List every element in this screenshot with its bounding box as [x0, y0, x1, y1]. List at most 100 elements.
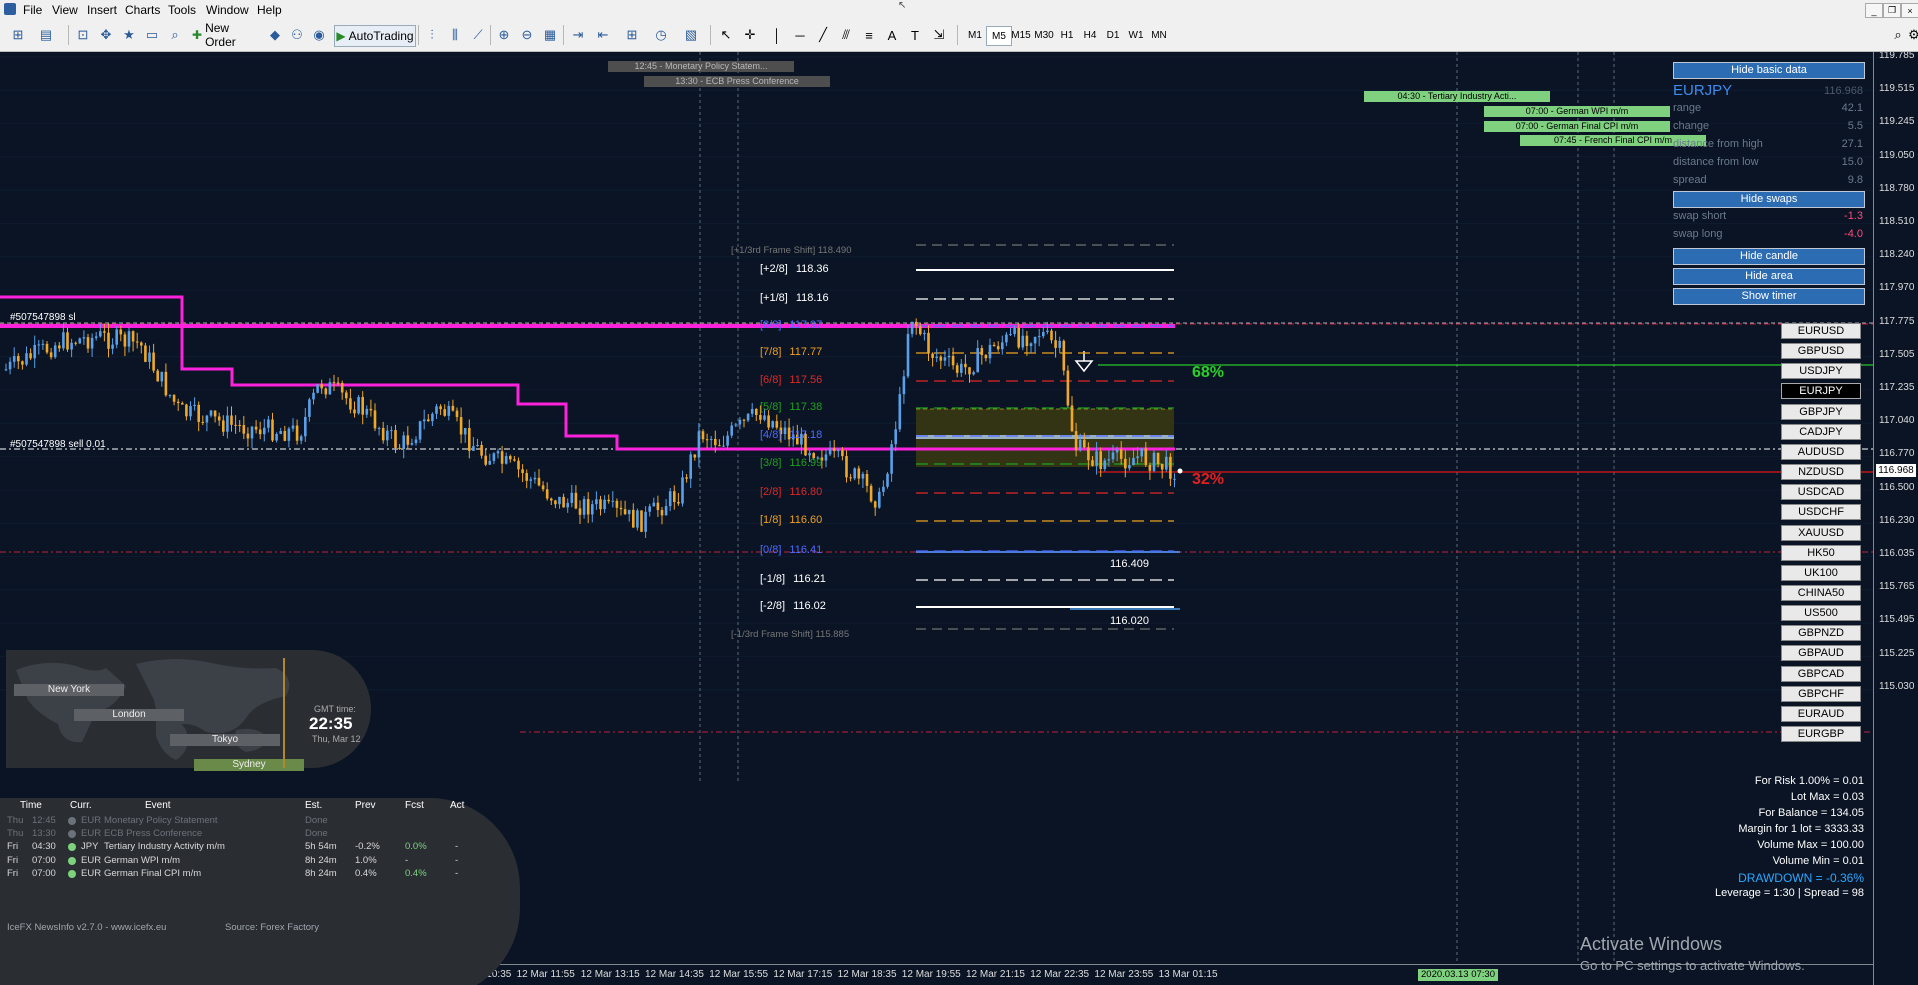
- menu-tools[interactable]: Tools: [168, 3, 196, 17]
- vertical-line-icon[interactable]: │: [767, 25, 787, 45]
- timeframe-mn[interactable]: MN: [1147, 26, 1171, 44]
- tile-windows-icon[interactable]: ▦: [540, 25, 560, 45]
- upper-percent: 68%: [1192, 364, 1225, 381]
- chart-shift-icon[interactable]: ⇥: [568, 25, 588, 45]
- fibonacci-icon[interactable]: ≡: [859, 25, 879, 45]
- symbol-button-hk50[interactable]: HK50: [1781, 544, 1861, 561]
- market-icon[interactable]: ◉: [309, 25, 329, 45]
- timeframe-w1[interactable]: W1: [1124, 26, 1148, 44]
- candle-body: [365, 408, 369, 415]
- autoscroll-icon[interactable]: ⇤: [593, 25, 613, 45]
- symbol-button-nzdusd[interactable]: NZDUSD: [1781, 464, 1861, 481]
- symbol-button-usdchf[interactable]: USDCHF: [1781, 504, 1861, 521]
- equidistant-channel-icon[interactable]: ⫻: [836, 25, 856, 45]
- restore-icon[interactable]: ❐: [1883, 3, 1901, 18]
- symbol-button-eurusd[interactable]: EURUSD: [1781, 323, 1861, 339]
- hide-basic-data-button[interactable]: Hide basic data: [1673, 62, 1865, 79]
- show-timer-button[interactable]: Show timer: [1673, 288, 1865, 305]
- timeframe-d1[interactable]: D1: [1101, 26, 1125, 44]
- terminal-icon[interactable]: ▭: [142, 25, 162, 45]
- symbol-button-gbpusd[interactable]: GBPUSD: [1781, 343, 1861, 360]
- menu-file[interactable]: File: [23, 3, 42, 17]
- candle-body: [29, 353, 32, 359]
- bar-chart-icon[interactable]: ⫶: [422, 25, 442, 45]
- line-chart-icon[interactable]: ⟋: [468, 25, 488, 45]
- timeframe-m15[interactable]: M15: [1009, 26, 1033, 44]
- toolbar-separator: [957, 25, 958, 45]
- symbol-button-xauusd[interactable]: XAUUSD: [1781, 524, 1861, 541]
- symbol-button-usdcad[interactable]: USDCAD: [1781, 484, 1861, 501]
- menu-insert[interactable]: Insert: [87, 3, 117, 17]
- candle-body: [504, 456, 508, 464]
- timeframe-m30[interactable]: M30: [1032, 26, 1056, 44]
- market-watch-icon[interactable]: ⊡: [73, 25, 93, 45]
- symbol-button-usdjpy[interactable]: USDJPY: [1781, 363, 1861, 380]
- symbol-button-gbpcad[interactable]: GBPCAD: [1781, 665, 1861, 682]
- news-tag: 07:00 - German Final CPI m/m: [1484, 121, 1670, 132]
- data-window-icon[interactable]: ✥: [96, 25, 116, 45]
- candle-body: [500, 451, 504, 464]
- symbol-button-audusd[interactable]: AUDUSD: [1781, 443, 1861, 460]
- chart-area[interactable]: #507547898 sl #507547898 sell 0.01 12:45…: [0, 52, 1918, 985]
- sl-label: #507547898 sl: [10, 312, 76, 323]
- settings-icon[interactable]: ⚙: [1904, 25, 1918, 45]
- signals-icon[interactable]: ⚇: [287, 25, 307, 45]
- murrey-level-name: [2/8]: [760, 486, 782, 498]
- candle-body: [574, 492, 578, 509]
- price-tick-label: 117.505: [1879, 348, 1915, 360]
- profiles-icon[interactable]: ▤: [36, 25, 56, 45]
- arrows-icon[interactable]: ⇲: [929, 25, 949, 45]
- symbol-button-eurjpy[interactable]: EURJPY: [1781, 383, 1861, 400]
- metaeditor-icon[interactable]: ◆: [265, 25, 285, 45]
- candle-body: [996, 346, 1000, 350]
- new-order-button[interactable]: ✚ New Order: [192, 21, 262, 49]
- navigator-icon[interactable]: ★: [119, 25, 139, 45]
- strategy-tester-icon[interactable]: ⌕: [165, 25, 185, 45]
- minimize-icon[interactable]: _: [1865, 3, 1883, 18]
- indicators-icon[interactable]: ⊞: [622, 25, 642, 45]
- templates-icon[interactable]: ▧: [681, 25, 701, 45]
- timeframe-m1[interactable]: M1: [963, 26, 987, 44]
- symbol-button-china50[interactable]: CHINA50: [1781, 584, 1861, 601]
- horizontal-line-icon[interactable]: ─: [790, 25, 810, 45]
- symbol-button-gbpchf[interactable]: GBPCHF: [1781, 685, 1861, 702]
- menu-view[interactable]: View: [52, 3, 78, 17]
- zoom-in-icon[interactable]: ⊕: [494, 25, 514, 45]
- menu-window[interactable]: Window: [206, 3, 249, 17]
- box-label-bottom: 116.020: [1110, 615, 1149, 627]
- cursor-icon[interactable]: ↖: [716, 25, 736, 45]
- candle-body: [755, 408, 758, 416]
- murrey-level-name: [6/8]: [760, 374, 782, 386]
- periods-icon[interactable]: ◷: [651, 25, 671, 45]
- close-icon[interactable]: ×: [1901, 3, 1918, 18]
- hide-area-button[interactable]: Hide area: [1673, 268, 1865, 285]
- candle-body: [1156, 452, 1160, 464]
- zoom-out-icon[interactable]: ⊖: [517, 25, 537, 45]
- symbol-button-uk100[interactable]: UK100: [1781, 564, 1861, 581]
- hide-swaps-button[interactable]: Hide swaps: [1673, 191, 1865, 208]
- price-tick-label: 118.240: [1879, 249, 1915, 261]
- autotrading-button[interactable]: ▶ AutoTrading: [334, 25, 416, 47]
- text-icon[interactable]: A: [882, 25, 902, 45]
- symbol-button-gbpjpy[interactable]: GBPJPY: [1781, 403, 1861, 420]
- candlestick-icon[interactable]: ⫼: [445, 25, 465, 45]
- candle-body: [492, 453, 496, 461]
- symbol-button-us500[interactable]: US500: [1781, 605, 1861, 622]
- menu-charts[interactable]: Charts: [125, 3, 160, 17]
- symbol-button-euraud[interactable]: EURAUD: [1781, 705, 1861, 722]
- timeframe-h1[interactable]: H1: [1055, 26, 1079, 44]
- hide-candle-button[interactable]: Hide candle: [1673, 248, 1865, 265]
- crosshair-icon[interactable]: ✛: [740, 25, 760, 45]
- symbol-button-gbpaud[interactable]: GBPAUD: [1781, 645, 1861, 662]
- candle-body: [845, 456, 848, 478]
- text-label-icon[interactable]: T: [905, 25, 925, 45]
- trendline-icon[interactable]: ╱: [813, 25, 833, 45]
- new-chart-icon[interactable]: ⊞: [8, 25, 28, 45]
- symbol-button-cadjpy[interactable]: CADJPY: [1781, 423, 1861, 440]
- candle-body: [1144, 448, 1148, 466]
- menu-help[interactable]: Help: [257, 3, 282, 17]
- symbol-button-gbpnzd[interactable]: GBPNZD: [1781, 625, 1861, 642]
- timeframe-h4[interactable]: H4: [1078, 26, 1102, 44]
- symbol-button-eurgbp[interactable]: EURGBP: [1781, 726, 1861, 742]
- impact-dot-icon: [68, 869, 76, 878]
